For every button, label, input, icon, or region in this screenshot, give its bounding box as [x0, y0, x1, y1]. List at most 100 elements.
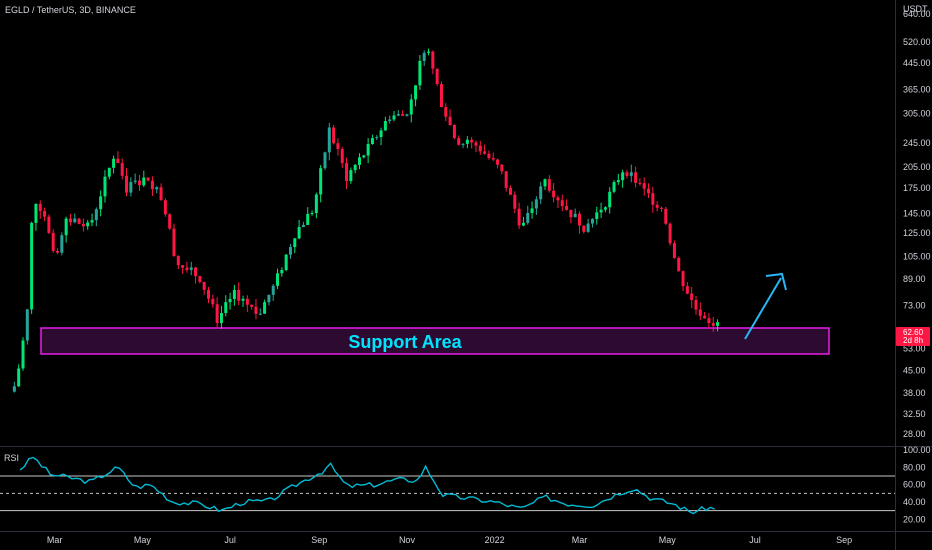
candle-body — [478, 145, 482, 152]
candle-body — [543, 179, 547, 187]
candle-body — [125, 175, 129, 193]
candle-body — [224, 302, 228, 314]
candle-body — [155, 187, 159, 190]
rsi-line — [19, 456, 715, 515]
time-tick-label: May — [659, 535, 677, 545]
rsi-axis-ticks: 100.00 80.00 60.00 40.00 20.00 — [903, 445, 931, 524]
candle-body — [345, 163, 349, 182]
candle-body — [530, 208, 534, 213]
candle-body — [513, 194, 517, 209]
candle-body — [504, 171, 508, 188]
price-tick-label: 125.00 — [903, 228, 931, 238]
candle-body — [21, 340, 25, 369]
candle-body — [586, 223, 590, 232]
candle-body — [582, 225, 586, 232]
rsi-tick-label: 60.00 — [903, 480, 926, 490]
candle-body — [534, 199, 538, 209]
candle-body — [163, 200, 167, 215]
price-tick-label: 38.00 — [903, 388, 926, 398]
candle-body — [194, 267, 198, 277]
chart-canvas[interactable]: USDT Support Area 640.00520.00445.00365.… — [0, 0, 932, 550]
candle-body — [638, 182, 642, 184]
candle-body — [681, 271, 685, 287]
candle-body — [573, 213, 577, 218]
candle-body — [379, 130, 383, 138]
candle-body — [578, 213, 582, 226]
candle-body — [172, 228, 176, 257]
candle-body — [483, 151, 487, 154]
price-tick-label: 305.00 — [903, 109, 931, 119]
candle-body — [383, 121, 387, 131]
candle-body — [99, 196, 103, 210]
candle-body — [560, 200, 564, 206]
candle-body — [608, 191, 612, 208]
candle-body — [392, 115, 396, 120]
candle-body — [297, 227, 301, 239]
candle-body — [319, 168, 323, 195]
candle-body — [73, 218, 77, 223]
time-tick-label: Mar — [572, 535, 588, 545]
candle-body — [288, 247, 292, 255]
candle-body — [86, 222, 90, 227]
rsi-tick-label: 80.00 — [903, 462, 926, 472]
candle-body — [120, 163, 124, 176]
price-tick-label: 73.00 — [903, 300, 926, 310]
candle-body — [211, 298, 215, 305]
price-tick-label: 45.00 — [903, 365, 926, 375]
candle-body — [694, 299, 698, 310]
time-tick-label: Sep — [836, 535, 852, 545]
candle-body — [556, 197, 560, 201]
candle-body — [401, 114, 405, 116]
candle-body — [198, 276, 202, 282]
candle-body — [306, 213, 310, 225]
price-tick-label: 89.00 — [903, 274, 926, 284]
candle-body — [457, 138, 461, 145]
candle-body — [431, 51, 435, 69]
candle-body — [465, 139, 469, 144]
candle-body — [496, 159, 500, 165]
time-tick-label: Jul — [224, 535, 236, 545]
candle-body — [539, 186, 543, 200]
candle-body — [107, 167, 111, 177]
time-tick-label: Mar — [47, 535, 63, 545]
candle-body — [612, 182, 616, 192]
candle-body — [207, 289, 211, 299]
candle-body — [232, 289, 236, 299]
time-tick-label: Jul — [749, 535, 761, 545]
candle-body — [349, 170, 353, 182]
candle-body — [595, 212, 599, 219]
candle-body — [168, 214, 172, 229]
candle-body — [150, 180, 154, 190]
candle-body — [470, 139, 474, 143]
price-tick-label: 445.00 — [903, 58, 931, 68]
price-tick-label: 28.00 — [903, 429, 926, 439]
candle-body — [427, 51, 431, 53]
candle-body — [698, 309, 702, 316]
candle-body — [181, 265, 185, 268]
candle-body — [327, 127, 331, 153]
candle-body — [435, 68, 439, 85]
candle-body — [388, 119, 392, 122]
candle-body — [526, 212, 530, 223]
time-tick-label: 2022 — [485, 535, 505, 545]
price-tick-label: 145.00 — [903, 208, 931, 218]
candle-body — [362, 155, 366, 158]
candle-body — [90, 220, 94, 223]
candle-body — [418, 60, 422, 86]
candle-body — [703, 315, 707, 319]
candle-body — [552, 190, 556, 198]
candle-body — [280, 270, 284, 274]
candle-body — [590, 218, 594, 224]
candle-body — [250, 304, 254, 307]
candle-body — [228, 298, 232, 303]
candle-body — [409, 99, 413, 115]
candle-body — [547, 179, 551, 191]
price-axis-ticks: 640.00 520.00 445.00 365.00 305.00 245.00 205.… — [903, 9, 931, 439]
candle-body — [332, 127, 336, 144]
candle-body — [439, 84, 443, 108]
candle-body — [672, 243, 676, 258]
candle-body — [159, 187, 163, 201]
candle-body — [565, 205, 569, 210]
candle-body — [487, 153, 491, 158]
candle-body — [621, 172, 625, 181]
